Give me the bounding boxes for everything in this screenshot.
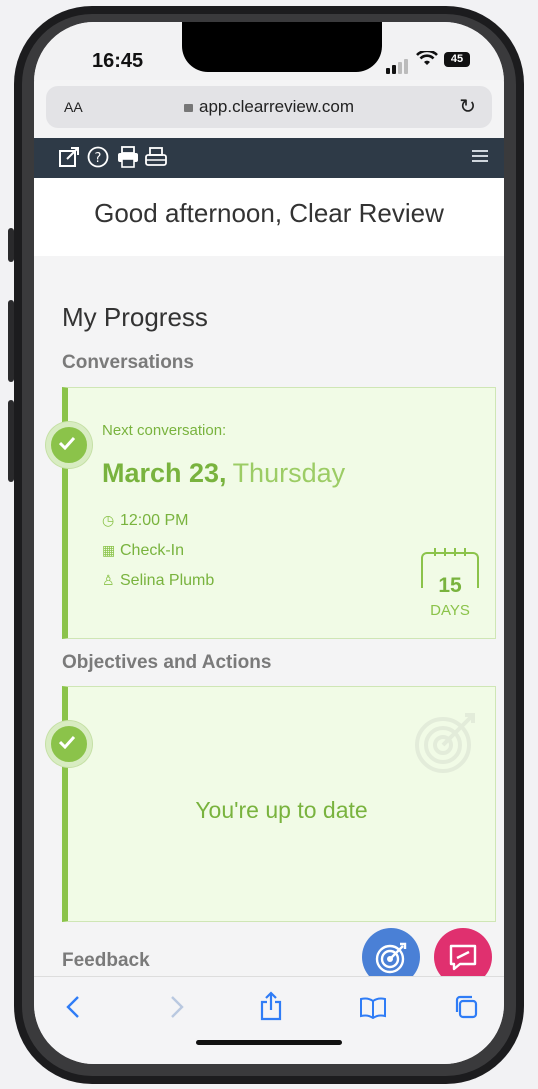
- help-icon[interactable]: ?: [87, 146, 109, 173]
- conversation-date: March 23, Thursday: [102, 458, 346, 488]
- days-until-badge: 15 DAYS: [420, 548, 480, 622]
- clock-icon: ◷: [102, 512, 115, 528]
- calendar-icon: ▦: [102, 542, 116, 558]
- svg-text:?: ?: [95, 151, 102, 166]
- notch: [182, 22, 382, 72]
- status-bar: 16:45 45: [34, 22, 504, 80]
- bookmarks-icon[interactable]: [360, 995, 386, 1026]
- back-icon[interactable]: [66, 995, 80, 1026]
- battery-icon: 45: [444, 52, 470, 67]
- greeting-banner: Good afternoon, Clear Review: [34, 178, 504, 256]
- url-text[interactable]: app.clearreview.com: [46, 97, 492, 117]
- greeting-text: Good afternoon, Clear Review: [94, 198, 444, 228]
- main-content: My Progress Conversations Next conversat…: [34, 256, 504, 994]
- volume-down-button: [8, 400, 14, 482]
- volume-up-button: [8, 300, 14, 382]
- target-icon: [415, 709, 479, 778]
- days-label: DAYS: [430, 602, 470, 619]
- user-icon: ♙: [102, 572, 115, 588]
- hamburger-menu-icon[interactable]: [472, 150, 488, 165]
- app-toolbar: ?: [34, 138, 504, 178]
- print-icon[interactable]: [116, 146, 140, 173]
- next-conversation-card[interactable]: Next conversation: March 23, Thursday ◷ 12…: [46, 387, 496, 639]
- check-circle-icon: [46, 721, 92, 767]
- tabs-icon[interactable]: [454, 995, 478, 1026]
- objectives-card[interactable]: You're up to date: [46, 686, 496, 922]
- lock-icon: [184, 104, 194, 112]
- clock: 16:45: [92, 50, 144, 72]
- feedback-heading: Feedback: [62, 950, 150, 971]
- address-bar[interactable]: AA app.clearreview.com ↻: [46, 86, 492, 128]
- safari-bottom-bar: [34, 976, 504, 1064]
- next-conversation-label: Next conversation:: [102, 422, 227, 439]
- screen: 16:45 45 AA app.clearreview.com ↻ ? Good…: [34, 22, 504, 1064]
- share-icon[interactable]: [260, 991, 282, 1028]
- forward-icon[interactable]: [170, 995, 184, 1026]
- conversations-heading: Conversations: [62, 352, 194, 373]
- reload-icon[interactable]: ↻: [459, 94, 476, 119]
- page-title: My Progress: [62, 302, 208, 332]
- check-circle-icon: [46, 422, 92, 468]
- conversation-type: ▦ Check-In: [102, 542, 185, 559]
- conversation-person: ♙ Selina Plumb: [102, 572, 215, 589]
- conversation-time: ◷ 12:00 PM: [102, 512, 189, 529]
- wifi-icon: [416, 49, 438, 72]
- printer-icon[interactable]: [144, 146, 168, 173]
- up-to-date-message: You're up to date: [195, 797, 368, 823]
- silent-switch: [8, 228, 14, 262]
- signal-icon: [386, 56, 410, 74]
- objectives-heading: Objectives and Actions: [62, 652, 272, 673]
- days-count: 15: [438, 574, 462, 597]
- home-indicator: [196, 1040, 342, 1045]
- external-link-icon[interactable]: [58, 146, 80, 173]
